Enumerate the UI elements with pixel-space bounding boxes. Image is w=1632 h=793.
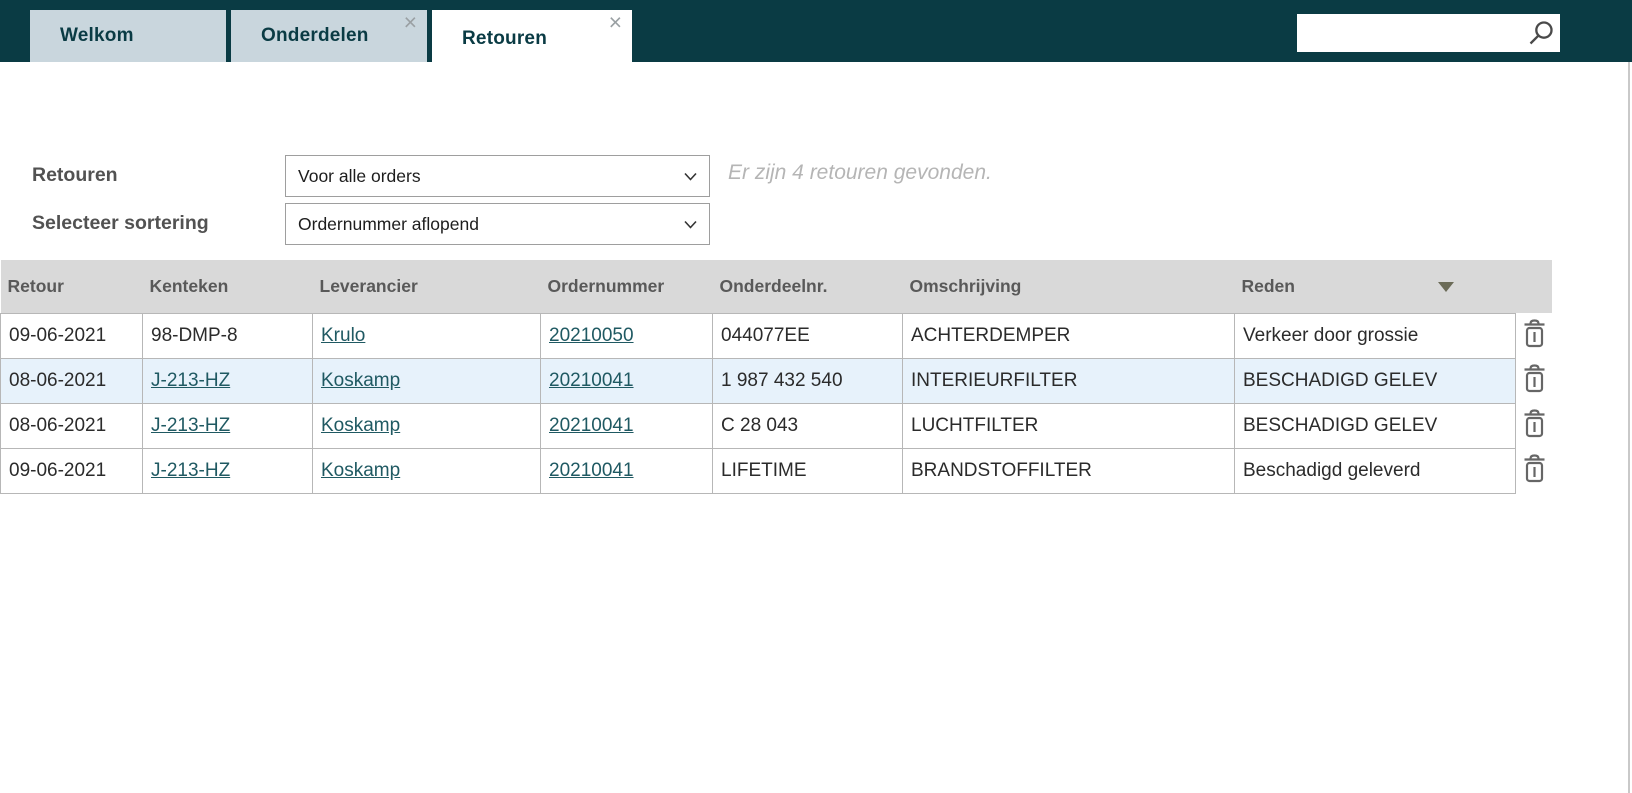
row-actions-cell [1515, 448, 1553, 493]
onderdeelnr-value: C 28 043 [721, 414, 799, 436]
omschrijving-value: INTERIEURFILTER [911, 369, 1078, 391]
delete-return-button[interactable] [1522, 452, 1547, 486]
close-icon[interactable]: × [404, 11, 417, 34]
omschrijving-value: ACHTERDEMPER [911, 324, 1071, 346]
content-right-border [1628, 62, 1630, 793]
tab-label: Onderdelen [261, 25, 369, 46]
kenteken-link[interactable]: J-213-HZ [151, 370, 230, 391]
retour-value: 08-06-2021 [9, 414, 107, 436]
kenteken-value: 98-DMP-8 [151, 324, 238, 346]
column-header-ordernummer[interactable]: Ordernummer [540, 260, 713, 313]
returns-table-body: 09-06-2021 98-DMP-8 Krulo 20210050 044077EE A… [0, 312, 1553, 494]
reden-value: BESCHADIGD GELEV [1243, 414, 1438, 436]
search-icon[interactable] [1527, 19, 1555, 47]
top-bar: Welkom Onderdelen × Retouren × [0, 0, 1632, 67]
reden-value: Beschadigd geleverd [1243, 459, 1421, 481]
tab-retouren[interactable]: Retouren × [432, 10, 632, 67]
tab-label: Retouren [462, 27, 547, 49]
trash-icon [1524, 319, 1544, 348]
ordernummer-link[interactable]: 20210050 [549, 325, 634, 346]
trash-icon [1524, 454, 1545, 483]
chevron-down-icon [684, 220, 697, 229]
column-header-retour[interactable]: Retour [0, 260, 143, 313]
tab-bar: Welkom Onderdelen × Retouren × [30, 10, 632, 67]
sort-order-value: Ordernummer aflopend [298, 213, 479, 234]
tab-label: Welkom [60, 25, 134, 46]
table-row: 09-06-2021 98-DMP-8 Krulo 20210050 044077EE A… [0, 312, 1553, 359]
column-header-reden-label: Reden [1241, 275, 1295, 296]
column-header-kenteken[interactable]: Kenteken [142, 260, 313, 313]
leverancier-link[interactable]: Krulo [321, 325, 365, 346]
ordernummer-link[interactable]: 20210041 [549, 415, 634, 436]
table-row: 08-06-2021 J-213-HZ Koskamp 20210041 C 28 04… [0, 402, 1553, 449]
column-header-reden[interactable]: Reden [1234, 260, 1516, 313]
onderdeelnr-value: LIFETIME [721, 459, 807, 481]
column-header-leverancier[interactable]: Leverancier [312, 260, 541, 313]
row-actions-cell [1515, 358, 1553, 403]
returns-table: Retour Kenteken Leverancier Ordernummer … [0, 260, 1553, 494]
leverancier-link[interactable]: Koskamp [321, 370, 400, 391]
kenteken-link[interactable]: J-213-HZ [151, 415, 230, 436]
table-header: Retour Kenteken Leverancier Ordernummer … [0, 260, 1553, 313]
sort-descending-icon[interactable] [1437, 282, 1454, 292]
row-actions-cell [1515, 313, 1553, 358]
orders-filter-select[interactable]: Voor alle orders [285, 155, 710, 197]
sort-order-select[interactable]: Ordernummer aflopend [285, 203, 710, 245]
column-header-actions [1515, 260, 1553, 313]
retour-value: 09-06-2021 [9, 324, 107, 346]
ordernummer-link[interactable]: 20210041 [549, 370, 634, 391]
kenteken-link[interactable]: J-213-HZ [151, 460, 230, 481]
column-header-onderdeelnr[interactable]: Onderdeelnr. [712, 260, 903, 313]
application-window: Welkom Onderdelen × Retouren × Retouren Voor… [0, 0, 1632, 793]
search-box [1297, 14, 1560, 52]
omschrijving-value: LUCHTFILTER [911, 414, 1039, 436]
leverancier-link[interactable]: Koskamp [321, 460, 400, 481]
reden-value: BESCHADIGD GELEV [1243, 369, 1438, 391]
table-row: 09-06-2021 J-213-HZ Koskamp 20210041 LIFETIM… [0, 447, 1553, 494]
tab-onderdelen[interactable]: Onderdelen × [231, 10, 427, 62]
retour-value: 09-06-2021 [9, 459, 107, 481]
column-header-omschrijving[interactable]: Omschrijving [902, 260, 1235, 313]
retour-value: 08-06-2021 [9, 369, 107, 391]
delete-return-button[interactable] [1522, 317, 1547, 351]
chevron-down-icon [684, 172, 697, 181]
trash-icon [1524, 364, 1544, 393]
delete-return-button[interactable] [1522, 407, 1547, 441]
trash-icon [1524, 409, 1544, 438]
row-actions-cell [1515, 403, 1553, 448]
search-input[interactable] [1297, 14, 1560, 52]
tab-welkom[interactable]: Welkom [30, 10, 226, 62]
onderdeelnr-value: 1 987 432 540 [721, 369, 843, 391]
retouren-label: Retouren [32, 164, 118, 186]
close-icon[interactable]: × [609, 11, 622, 34]
leverancier-link[interactable]: Koskamp [321, 415, 400, 436]
table-row: 08-06-2021 J-213-HZ Koskamp 20210041 1 987 4… [0, 357, 1553, 404]
onderdeelnr-value: 044077EE [721, 324, 810, 346]
orders-filter-value: Voor alle orders [298, 165, 421, 186]
reden-value: Verkeer door grossie [1243, 324, 1419, 346]
ordernummer-link[interactable]: 20210041 [549, 460, 634, 481]
delete-return-button[interactable] [1522, 362, 1547, 396]
sort-label: Selecteer sortering [32, 212, 209, 234]
omschrijving-value: BRANDSTOFFILTER [911, 459, 1092, 481]
result-count-message: Er zijn 4 retouren gevonden. [728, 161, 992, 184]
